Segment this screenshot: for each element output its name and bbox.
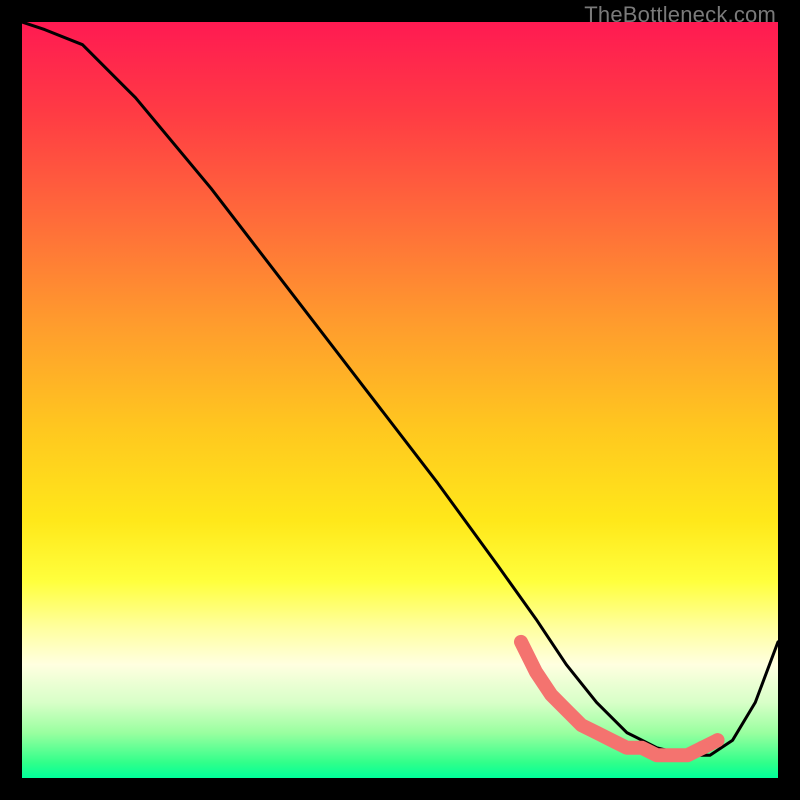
bottleneck-curve: [22, 22, 778, 755]
plot-area: [22, 22, 778, 778]
curve-layer: [22, 22, 778, 778]
highlight-segment: [521, 642, 718, 755]
highlight-dot: [695, 741, 709, 755]
chart-frame: TheBottleneck.com: [0, 0, 800, 800]
highlight-dot: [711, 733, 725, 747]
